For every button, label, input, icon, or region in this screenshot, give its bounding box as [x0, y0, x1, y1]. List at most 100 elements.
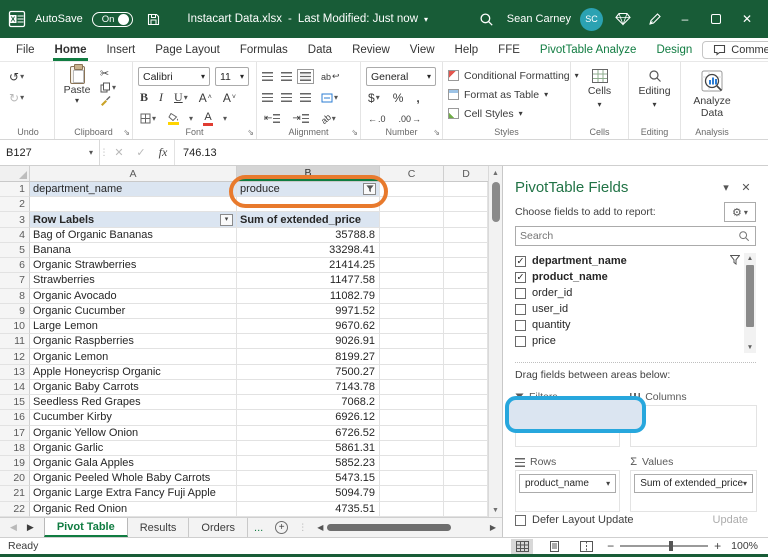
- column-header-c[interactable]: C: [380, 166, 444, 181]
- empty-cell[interactable]: [444, 303, 488, 319]
- empty-cell[interactable]: [444, 486, 488, 502]
- autosave-toggle[interactable]: On: [91, 11, 134, 27]
- name-box[interactable]: B127 ▾: [0, 140, 100, 165]
- row-number[interactable]: 6: [0, 258, 30, 274]
- row-number[interactable]: 13: [0, 364, 30, 380]
- increase-indent-button[interactable]: ⇥: [290, 113, 310, 124]
- bold-button[interactable]: B: [138, 90, 150, 105]
- empty-cell[interactable]: [380, 197, 444, 213]
- value-cell[interactable]: 5852.23: [237, 455, 380, 472]
- merge-center-button[interactable]: ▾: [319, 93, 340, 103]
- zoom-in-button[interactable]: +: [714, 539, 721, 553]
- italic-button[interactable]: I: [157, 90, 165, 105]
- grip-icon[interactable]: ⋮: [100, 140, 109, 165]
- field-item-department_name[interactable]: ✓ department_name: [515, 253, 728, 269]
- empty-cell[interactable]: [380, 364, 444, 380]
- underline-button[interactable]: U ▾: [172, 90, 190, 105]
- ribbon-tab-review[interactable]: Review: [342, 38, 400, 61]
- font-color-button[interactable]: A: [201, 111, 215, 126]
- empty-cell[interactable]: [444, 425, 488, 441]
- decrease-decimal-button[interactable]: .00 →: [397, 114, 424, 124]
- values-header-cell[interactable]: Sum of extended_price: [237, 212, 380, 228]
- ribbon-tab-file[interactable]: File: [6, 38, 45, 61]
- editing-button[interactable]: Editing ▾: [634, 66, 675, 111]
- defer-layout-update-checkbox[interactable]: Defer Layout Update: [515, 514, 634, 526]
- align-right-button[interactable]: [300, 93, 311, 102]
- empty-cell[interactable]: [380, 288, 444, 304]
- formula-input[interactable]: 746.13: [174, 140, 768, 165]
- empty-cell[interactable]: [30, 197, 237, 213]
- sort-filter-dropdown-icon[interactable]: ▾: [220, 213, 233, 226]
- value-cell[interactable]: 35788.8: [237, 227, 380, 243]
- value-cell[interactable]: 5473.15: [237, 471, 380, 487]
- number-format-select[interactable]: General ▾: [366, 67, 436, 86]
- field-item-product_name[interactable]: ✓ product_name: [515, 269, 728, 285]
- zoom-out-button[interactable]: −: [607, 539, 614, 553]
- value-cell[interactable]: 33298.41: [237, 242, 380, 259]
- empty-cell[interactable]: [444, 258, 488, 274]
- insert-function-button[interactable]: fx: [152, 140, 174, 165]
- empty-cell[interactable]: [444, 182, 488, 198]
- empty-cell[interactable]: [444, 410, 488, 426]
- empty-cell[interactable]: [380, 501, 444, 517]
- sheet-tab-results[interactable]: Results: [128, 518, 190, 537]
- rows-field-pill[interactable]: product_name ▾: [519, 474, 617, 493]
- empty-cell[interactable]: [380, 242, 444, 259]
- ribbon-tab-help[interactable]: Help: [445, 38, 489, 61]
- row-number[interactable]: 15: [0, 395, 30, 411]
- ribbon-tab-formulas[interactable]: Formulas: [230, 38, 298, 61]
- value-cell[interactable]: 9026.91: [237, 334, 380, 350]
- increase-decimal-button[interactable]: ← .0: [366, 114, 388, 124]
- ribbon-tab-page-layout[interactable]: Page Layout: [145, 38, 230, 61]
- field-scroll-thumb[interactable]: [746, 265, 754, 327]
- product-name-cell[interactable]: Apple Honeycrisp Organic: [30, 364, 237, 380]
- dialog-launcher-icon[interactable]: ⇘: [123, 128, 130, 137]
- product-name-cell[interactable]: Organic Avocado: [30, 288, 237, 304]
- checkbox-icon[interactable]: ✓: [515, 271, 526, 283]
- product-name-cell[interactable]: Cucumber Kirby: [30, 410, 237, 426]
- empty-cell[interactable]: [444, 349, 488, 365]
- empty-cell[interactable]: [444, 334, 488, 350]
- empty-cell[interactable]: [380, 318, 444, 335]
- row-number[interactable]: 8: [0, 288, 30, 304]
- ribbon-tab-view[interactable]: View: [400, 38, 445, 61]
- empty-cell[interactable]: [380, 334, 444, 350]
- comments-button[interactable]: Comments: [702, 40, 768, 59]
- zoom-level[interactable]: 100%: [731, 540, 758, 552]
- column-header-d[interactable]: D: [444, 166, 488, 181]
- value-cell[interactable]: 7143.78: [237, 379, 380, 396]
- value-cell[interactable]: 11082.79: [237, 288, 380, 304]
- empty-cell[interactable]: [444, 273, 488, 289]
- empty-cell[interactable]: [444, 318, 488, 335]
- row-number[interactable]: 20: [0, 471, 30, 487]
- gem-icon[interactable]: [612, 6, 634, 32]
- dialog-launcher-icon[interactable]: ⇘: [351, 128, 358, 137]
- scroll-left-icon[interactable]: ◀: [317, 523, 323, 532]
- scroll-down-icon[interactable]: ▼: [744, 344, 756, 351]
- excel-app-icon[interactable]: X: [8, 10, 26, 28]
- borders-button[interactable]: ▾: [138, 113, 158, 124]
- empty-cell[interactable]: [380, 212, 444, 228]
- value-cell[interactable]: 9670.62: [237, 318, 380, 335]
- grip-icon[interactable]: ⋮: [294, 518, 311, 537]
- empty-cell[interactable]: [380, 258, 444, 274]
- product-name-cell[interactable]: Banana: [30, 242, 237, 259]
- maximize-button[interactable]: [705, 6, 727, 32]
- checkbox-icon[interactable]: ✓: [515, 255, 526, 267]
- product-name-cell[interactable]: Organic Yellow Onion: [30, 425, 237, 441]
- ribbon-tab-design[interactable]: Design: [646, 38, 702, 61]
- cancel-entry-button[interactable]: ✕: [108, 140, 130, 165]
- product-name-cell[interactable]: Seedless Red Grapes: [30, 395, 237, 411]
- row-number[interactable]: 10: [0, 318, 30, 335]
- comma-button[interactable]: ,: [414, 91, 421, 105]
- ribbon-tab-pivottable-analyze[interactable]: PivotTable Analyze: [530, 38, 647, 61]
- sheet-nav-prev-icon[interactable]: ◀: [10, 522, 17, 533]
- align-left-button[interactable]: [262, 93, 273, 102]
- empty-cell[interactable]: [444, 471, 488, 487]
- dialog-launcher-icon[interactable]: ⇘: [433, 128, 440, 137]
- field-item-order_id[interactable]: order_id: [515, 285, 728, 301]
- format-as-table-button[interactable]: Format as Table ▾: [448, 85, 565, 104]
- currency-button[interactable]: $ ▾: [366, 91, 382, 105]
- row-number[interactable]: 4: [0, 227, 30, 243]
- orientation-button[interactable]: ab ▾: [319, 111, 338, 125]
